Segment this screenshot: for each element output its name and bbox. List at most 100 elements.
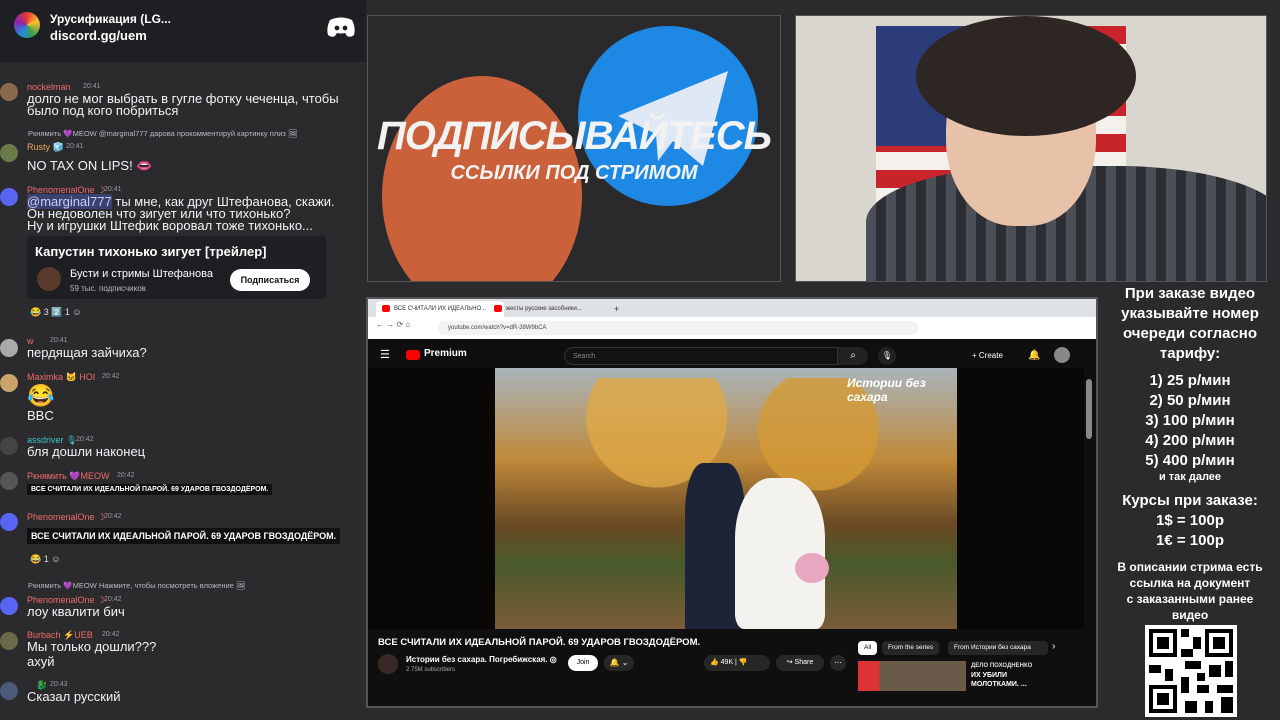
browser-tab[interactable]: жесты русские засобники... xyxy=(488,301,616,317)
menu-icon[interactable]: ☰ xyxy=(380,348,390,361)
tariff-line: 1) 25 р/мин xyxy=(1149,372,1231,389)
search-input[interactable]: Search xyxy=(564,347,838,365)
user-avatar[interactable] xyxy=(0,632,18,650)
microphone-icon[interactable]: 🎙 xyxy=(878,347,896,365)
reply-preview[interactable]: Ркнямить 💜MEOW Нажмите, чтобы посмотреть… xyxy=(28,581,245,590)
user-avatar[interactable] xyxy=(0,144,18,162)
info-line: и так далее xyxy=(1158,471,1222,483)
channel-avatar[interactable] xyxy=(378,654,398,674)
message-text: лоу квалити бич xyxy=(27,604,125,619)
notifications-bell-icon[interactable]: 🔔 xyxy=(1028,347,1040,365)
info-line: очереди согласно xyxy=(1122,325,1258,342)
like-dislike-button[interactable]: 👍 49K | 👎 xyxy=(704,655,770,671)
account-avatar[interactable] xyxy=(1054,347,1070,363)
timestamp: 20:42 xyxy=(104,513,122,520)
embed-title[interactable]: Капустин тихонько зигует [трейлер] xyxy=(35,244,266,259)
rate-line: 1$ = 100р xyxy=(1156,512,1224,529)
tariff-line: 2) 50 р/мин xyxy=(1149,392,1231,409)
chevron-right-icon[interactable]: › xyxy=(1052,641,1055,652)
username[interactable]: PhenomenalOne ☽ xyxy=(27,512,105,523)
message-text: пердящая зайчиха? xyxy=(27,345,147,360)
page-scrollbar[interactable] xyxy=(1086,379,1092,439)
user-avatar[interactable] xyxy=(0,513,18,531)
image-caption[interactable]: ВСЕ СЧИТАЛИ ИХ ИДЕАЛЬНОЙ ПАРОЙ. 69 УДАРО… xyxy=(27,528,341,544)
chat-header: Урусификация (LG... discord.gg/uem xyxy=(0,0,366,62)
info-line: видео xyxy=(1171,608,1209,622)
subscription-bell-button[interactable]: 🔔 ⌄ xyxy=(604,655,634,671)
user-avatar[interactable] xyxy=(0,682,18,700)
recommended-thumbnail[interactable] xyxy=(858,661,966,691)
tariff-line: 4) 200 р/мин xyxy=(1145,432,1235,449)
timestamp: 20:41 xyxy=(66,143,84,150)
chip-from-series[interactable]: From the series xyxy=(882,641,940,655)
user-avatar[interactable] xyxy=(0,339,18,357)
user-avatar[interactable] xyxy=(0,374,18,392)
info-line: При заказе видео xyxy=(1124,285,1256,302)
embed-channel-avatar xyxy=(37,267,61,291)
youtube-page: ☰ Premium Search ⌕ 🎙 + Create 🔔 Истории … xyxy=(368,339,1096,706)
banner-subtitle: ССЫЛКИ ПОД СТРИМОМ xyxy=(450,162,698,184)
rate-line: 1€ = 100р xyxy=(1156,532,1224,549)
video-title: ВСЕ СЧИТАЛИ ИХ ИДЕАЛЬНОЙ ПАРОЙ. 69 УДАРО… xyxy=(378,637,701,648)
youtube-brand[interactable]: Premium xyxy=(424,348,467,359)
user-avatar[interactable] xyxy=(0,472,18,490)
subscribe-button[interactable]: Подписаться xyxy=(230,269,310,291)
reply-preview[interactable]: Ркнямить 💜MEOW @marginal777 дарова проко… xyxy=(28,129,297,138)
video-player[interactable]: Истории без сахара xyxy=(368,368,1084,629)
create-button[interactable]: + Create xyxy=(972,347,1003,365)
timestamp: 20:41 xyxy=(50,337,68,344)
timestamp: 20:41 xyxy=(83,83,101,90)
user-avatar[interactable] xyxy=(0,83,18,101)
server-avatar-icon xyxy=(14,12,40,38)
user-avatar[interactable] xyxy=(0,597,18,615)
username[interactable]: Ркнямить 💜MEOW xyxy=(27,471,110,482)
chip-from-channel[interactable]: From Истории без сахара xyxy=(948,641,1048,655)
chip-all[interactable]: All xyxy=(858,641,878,655)
youtube-embed-card[interactable]: Капустин тихонько зигует [трейлер] Бусти… xyxy=(27,236,326,299)
tariff-line: 5) 400 р/мин xyxy=(1145,452,1235,469)
server-invite-link[interactable]: discord.gg/uem xyxy=(50,28,147,43)
emoji: 😂 xyxy=(27,383,55,408)
message-text: ахуй xyxy=(27,654,55,669)
image-caption[interactable]: ВСЕ СЧИТАЛИ ИХ ИДЕАЛЬНОЙ ПАРОЙ. 69 УДАРО… xyxy=(27,484,273,495)
timestamp: 20:42 xyxy=(102,631,120,638)
youtube-logo-icon[interactable] xyxy=(406,350,420,360)
timestamp: 20:41 xyxy=(104,186,122,193)
channel-name[interactable]: Истории без сахара. Погребижская. ◎ xyxy=(406,655,557,664)
search-icon[interactable]: ⌕ xyxy=(838,347,868,365)
join-button[interactable]: Join xyxy=(568,655,598,671)
tariff-line: 3) 100 р/мин xyxy=(1145,412,1235,429)
username[interactable]: Maximka 🐱 HOI xyxy=(27,372,95,383)
info-line: тарифу: xyxy=(1159,345,1221,362)
url-input[interactable]: youtube.com/watch?v=dR-38W9bCA xyxy=(438,321,918,335)
server-name: Урусификация (LG... xyxy=(50,12,171,26)
more-actions-button[interactable]: ⋯ xyxy=(830,655,846,671)
new-tab-button[interactable]: + xyxy=(614,301,619,317)
user-avatar[interactable] xyxy=(0,437,18,455)
info-line: В описании стрима есть xyxy=(1117,560,1263,574)
message-text: бля дошли наконец xyxy=(27,444,146,459)
youtube-favicon-icon xyxy=(494,305,502,312)
timestamp: 20:43 xyxy=(50,681,68,688)
timestamp: 20:42 xyxy=(102,373,120,380)
bouquet-figure xyxy=(795,553,829,583)
recommended-title[interactable]: ДЕЛО ПОХОДНЕНКО ИХ УБИЛИ МОЛОТКАМИ. ... xyxy=(971,662,1032,689)
message-text: BBC xyxy=(27,408,54,423)
reaction-bar[interactable]: 😂 3 2️⃣ 1 ☺ xyxy=(30,307,82,318)
subscribe-banner: ПОДПИСЫВАЙТЕСЬ ССЫЛКИ ПОД СТРИМОМ xyxy=(367,15,781,282)
discord-logo-icon xyxy=(327,17,355,37)
reaction-bar[interactable]: 😂 1 ☺ xyxy=(30,554,60,565)
streamer-hair xyxy=(916,16,1136,136)
tab-label: ВСЕ СЧИТАЛИ ИХ ИДЕАЛЬНО... xyxy=(394,306,487,312)
nav-arrows-icon[interactable]: ← → ⟳ ⌂ xyxy=(376,320,410,329)
share-button[interactable]: ↪ Share xyxy=(776,655,824,671)
info-line: с заказанными ранее xyxy=(1126,592,1254,606)
username[interactable]: Rusty 🧊 xyxy=(27,142,64,153)
browser-tab-active[interactable]: ВСЕ СЧИТАЛИ ИХ ИДЕАЛЬНО... xyxy=(376,301,504,317)
rates-heading: Курсы при заказе: xyxy=(1122,492,1258,509)
browser-window: ВСЕ СЧИТАЛИ ИХ ИДЕАЛЬНО... жесты русские… xyxy=(366,297,1098,708)
rec-title-line: ДЕЛО ПОХОДНЕНКО xyxy=(971,663,1033,669)
video-frame: Истории без сахара xyxy=(495,368,957,629)
message-text: Мы только дошли??? xyxy=(27,639,157,654)
user-avatar[interactable] xyxy=(0,188,18,206)
